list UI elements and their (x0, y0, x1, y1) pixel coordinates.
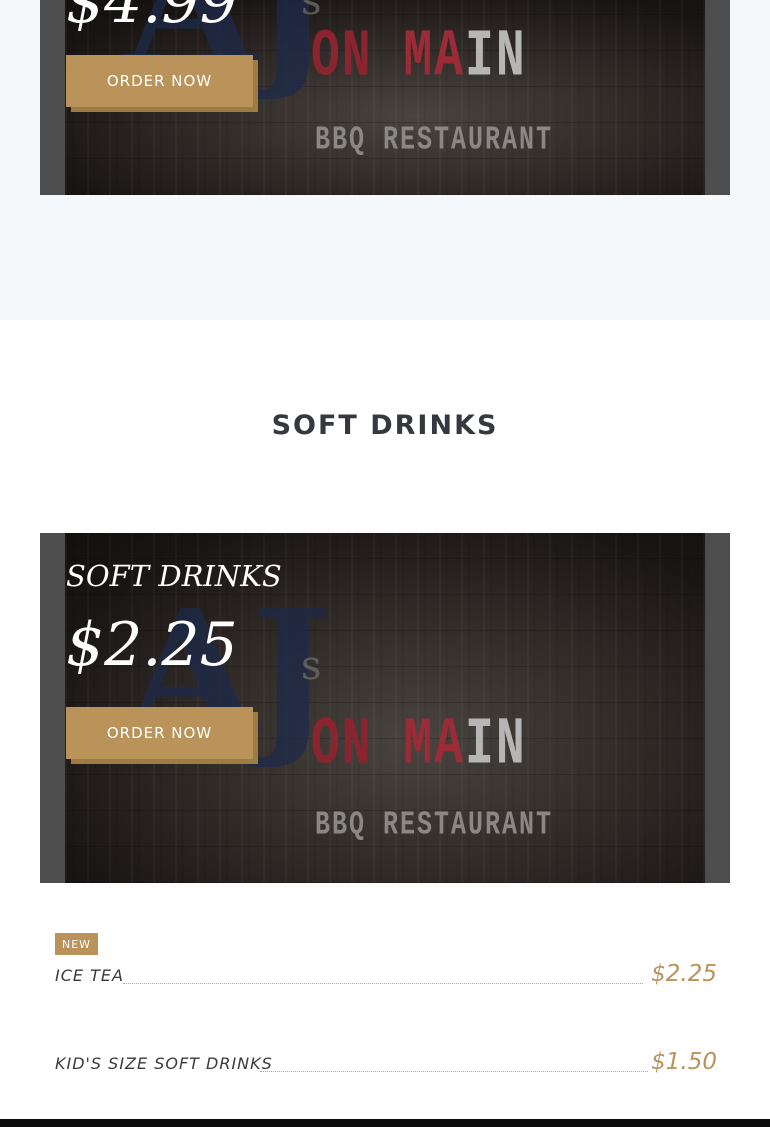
soft-drinks-banner: AJ s ON MAIN BBQ RESTAURANT SOFT DRINKS … (40, 533, 730, 883)
footer-bar (0, 1119, 770, 1127)
logo-subtitle: BBQ RESTAURANT (315, 805, 554, 845)
dotted-leader (260, 1071, 648, 1072)
menu-item[interactable]: ICE TEA $2.25 (55, 956, 717, 986)
menu-item-price: $2.25 (651, 961, 717, 987)
logo-on-main: ON MAIN (311, 20, 527, 96)
new-badge: NEW (55, 933, 98, 955)
menu-item[interactable]: KID'S SIZE SOFT DRINKS $1.50 (55, 1044, 717, 1074)
banner-price: $2.25 (66, 610, 238, 680)
dotted-leader (123, 983, 643, 984)
banner-price: $4.99 (66, 0, 238, 37)
banner-title: SOFT DRINKS (66, 559, 282, 593)
menu-item-name: ICE TEA (55, 966, 124, 985)
logo-possessive: s (301, 643, 322, 689)
section-title: SOFT DRINKS (271, 410, 499, 441)
top-promo-banner: AJ s ON MAIN BBQ RESTAURANT $4.99 ORDER … (40, 0, 730, 195)
order-now-button[interactable]: ORDER NOW (66, 55, 253, 107)
menu-item-name: KID'S SIZE SOFT DRINKS (55, 1054, 273, 1073)
order-now-button[interactable]: ORDER NOW (66, 707, 253, 759)
menu-item-price: $1.50 (651, 1049, 717, 1075)
logo-subtitle: BBQ RESTAURANT (315, 120, 554, 160)
logo-on-main: ON MAIN (311, 708, 527, 784)
